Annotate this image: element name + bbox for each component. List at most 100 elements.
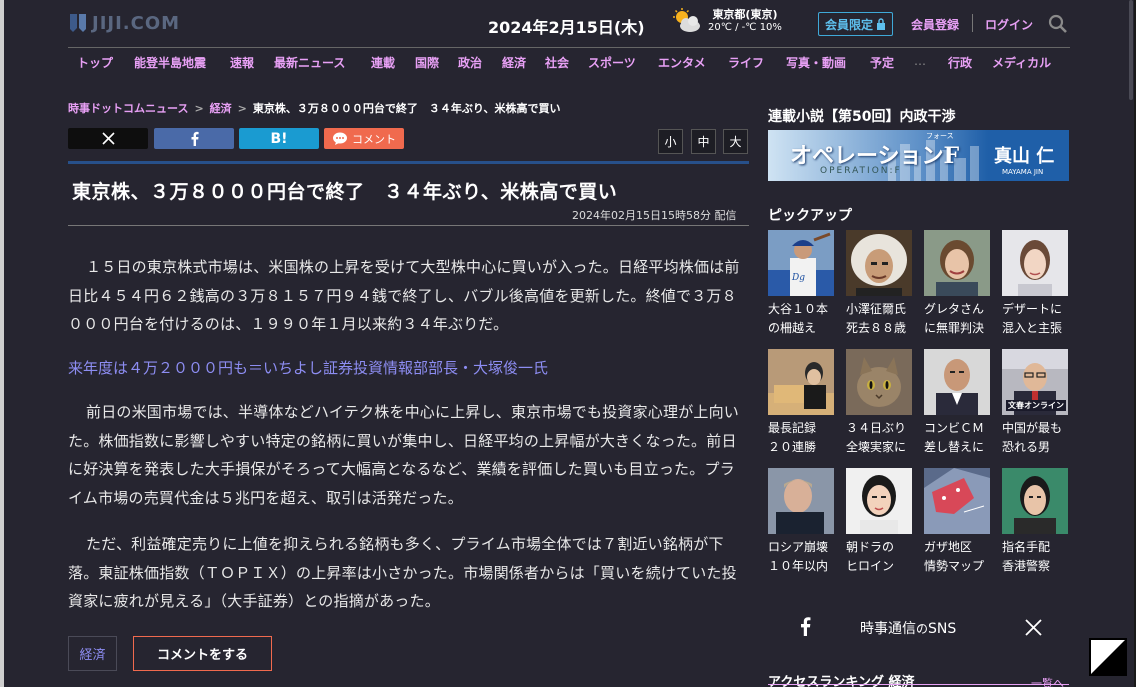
related-article-link[interactable]: 来年度は４万２０００円も＝いちよし証券投資情報部部長・大塚俊一氏 — [68, 357, 548, 378]
nav-item-top[interactable]: トップ — [77, 54, 113, 71]
pickup-thumbnail — [846, 349, 912, 415]
pickup-item[interactable]: コンビＣＭ 差し替えに — [924, 349, 990, 459]
nav-item-sports[interactable]: スポーツ — [588, 54, 636, 71]
pickup-item[interactable]: 最長記録 ２０連勝 — [768, 349, 834, 459]
banner-ruby: フォース — [926, 132, 954, 140]
nav-item-politics[interactable]: 政治 — [458, 54, 482, 71]
weather-place: 東京都(東京) — [712, 8, 778, 21]
nav-item-economy[interactable]: 経済 — [502, 54, 526, 71]
nav-more-dots[interactable]: … — [914, 54, 926, 68]
nav-item-international[interactable]: 国際 — [415, 54, 439, 71]
font-size-large-button[interactable]: 大 — [723, 129, 748, 154]
nav-item-photo-video[interactable]: 写真・動画 — [786, 54, 846, 71]
pickup-caption: ロシア崩壊 １０年以内 — [768, 540, 829, 573]
site-header: JIJI.COM 2024年2月15日(木) 東京都(東京) 20℃ / -℃ … — [68, 0, 1070, 48]
pickup-thumbnail — [924, 230, 990, 296]
nav-item-latest[interactable]: 最新ニュース — [274, 54, 345, 71]
breadcrumb-separator: > — [194, 102, 204, 115]
sns-section: 時事通信のSNS — [768, 610, 1069, 644]
pickup-item[interactable]: 小澤征爾氏 死去８８歳 — [846, 230, 912, 340]
member-limited-label: 会員限定 — [825, 17, 874, 32]
nav-item-entertainment[interactable]: エンタメ — [658, 54, 706, 71]
breadcrumb-home[interactable]: 時事ドットコムニュース — [68, 102, 188, 115]
lock-icon — [877, 18, 886, 30]
search-icon[interactable] — [1048, 14, 1068, 34]
nav-item-schedule[interactable]: 予定 — [870, 54, 894, 71]
pickup-heading: ピックアップ — [768, 208, 852, 224]
pickup-thumbnail: 文春オンライン — [1002, 349, 1068, 415]
nav-item-breaking[interactable]: 速報 — [230, 54, 254, 71]
sns-label-tail: SNS — [928, 621, 957, 637]
pickup-thumbnail — [768, 468, 834, 534]
facebook-icon — [191, 131, 199, 146]
breadcrumb-category[interactable]: 経済 — [210, 102, 232, 115]
pickup-item[interactable]: ３４日ぶり 全壊実家に — [846, 349, 912, 459]
pickup-caption: ３４日ぶり 全壊実家に — [846, 421, 907, 454]
title-accent-bar — [68, 161, 749, 164]
banner-author-en: MAYAMA JIN — [1002, 168, 1044, 176]
pickup-item[interactable]: Dg 大谷１０本 の柵越え — [768, 230, 834, 340]
nav-item-administration[interactable]: 行政 — [948, 54, 972, 71]
pickup-item[interactable]: ロシア崩壊 １０年以内 — [768, 468, 834, 578]
pickup-item[interactable]: 文春オンライン 中国が最も 恐れる男 — [1002, 349, 1068, 459]
pickup-item[interactable]: グレタさん に無罪判決 — [924, 230, 990, 340]
banner-subtitle: OPERATION:F — [820, 166, 902, 176]
pickup-caption: 指名手配 香港警察 — [1002, 540, 1051, 573]
facebook-icon[interactable] — [798, 616, 812, 636]
write-comment-button[interactable]: コメントをする — [133, 636, 272, 671]
pickup-item[interactable]: デザートに 混入と主張 — [1002, 230, 1068, 340]
jiji-logo-icon — [70, 14, 86, 32]
member-register-link[interactable]: 会員登録 — [911, 16, 959, 33]
login-link[interactable]: ログイン — [985, 16, 1033, 33]
pickup-caption: コンビＣＭ 差し替えに — [924, 421, 985, 454]
pickup-caption: 小澤征爾氏 死去８８歳 — [846, 302, 907, 335]
pickup-thumbnail: Dg — [768, 230, 834, 296]
nav-item-society[interactable]: 社会 — [545, 54, 569, 71]
published-date: 2024年02月15日15時58分 配信 — [572, 209, 737, 222]
breadcrumb-current: 東京株、３万８０００円台で終了 ３４年ぶり、米株高で買い — [252, 102, 561, 115]
weather-temp: 20℃ / -℃ 10% — [708, 21, 782, 33]
nav-item-noto-earthquake[interactable]: 能登半島地震 — [134, 54, 206, 71]
share-x-button[interactable] — [68, 128, 148, 149]
nav-item-series[interactable]: 連載 — [371, 54, 395, 71]
article-paragraph: １５日の東京株式市場は、米国株の上昇を受けて大型株中心に買いが入った。日経平均株… — [68, 258, 740, 333]
scrollbar-thumb[interactable] — [1129, 0, 1133, 100]
header-divider-line — [68, 47, 1070, 48]
weather-widget[interactable]: 東京都(東京) 20℃ / -℃ 10% — [672, 8, 782, 34]
jiji-logo[interactable]: JIJI.COM — [68, 10, 180, 36]
nav-item-medical[interactable]: メディカル — [992, 54, 1051, 71]
pickup-item[interactable]: ガザ地区 情勢マップ — [924, 468, 990, 578]
share-comment-button[interactable]: コメント — [324, 128, 404, 149]
pickup-item[interactable]: 朝ドラの ヒロイン — [846, 468, 912, 578]
share-facebook-button[interactable] — [154, 128, 234, 149]
comment-share-label: コメント — [352, 132, 396, 146]
sns-label: 時事通信のSNS — [860, 618, 956, 638]
category-tag[interactable]: 経済 — [68, 636, 117, 671]
pickup-caption: 朝ドラの ヒロイン — [846, 540, 895, 573]
pickup-caption: デザートに 混入と主張 — [1002, 302, 1063, 335]
pickup-caption: グレタさん に無罪判決 — [924, 302, 985, 335]
nav-item-life[interactable]: ライフ — [728, 54, 764, 71]
font-size-medium-button[interactable]: 中 — [691, 129, 716, 154]
share-hatena-button[interactable]: B! — [239, 128, 319, 149]
pickup-caption: 大谷１０本 の柵越え — [768, 302, 829, 335]
font-size-small-button[interactable]: 小 — [658, 129, 683, 154]
serial-novel-heading[interactable]: 連載小説【第50回】内政干渉 — [768, 106, 955, 126]
sns-label-main: 時事通信 — [860, 621, 916, 637]
article-paragraph: ただ、利益確定売りに上値を抑えられる銘柄も多く、プライム市場全体では７割近い銘柄… — [68, 535, 737, 610]
pickup-caption: ガザ地区 情勢マップ — [924, 540, 985, 573]
ranking-more-link[interactable]: 一覧へ — [1031, 675, 1064, 687]
x-logo-icon — [101, 132, 115, 145]
theme-toggle-button[interactable] — [1089, 638, 1127, 676]
serial-novel-banner[interactable]: オペレーションF フォース OPERATION:F 真山 仁 MAYAMA JI… — [768, 130, 1069, 181]
comment-bubble-icon — [333, 132, 347, 145]
pickup-thumbnail — [846, 468, 912, 534]
global-nav: トップ 能登半島地震 速報 最新ニュース 連載 国際 政治 経済 社会 スポーツ… — [68, 54, 1070, 74]
logo-text: JIJI.COM — [92, 12, 181, 34]
hatena-label: B! — [270, 130, 288, 147]
pickup-thumbnail — [924, 349, 990, 415]
contrast-icon — [1091, 640, 1125, 674]
pickup-item[interactable]: 指名手配 香港警察 — [1002, 468, 1068, 578]
x-logo-icon[interactable] — [1025, 619, 1042, 636]
member-limited-button[interactable]: 会員限定 — [818, 12, 894, 36]
